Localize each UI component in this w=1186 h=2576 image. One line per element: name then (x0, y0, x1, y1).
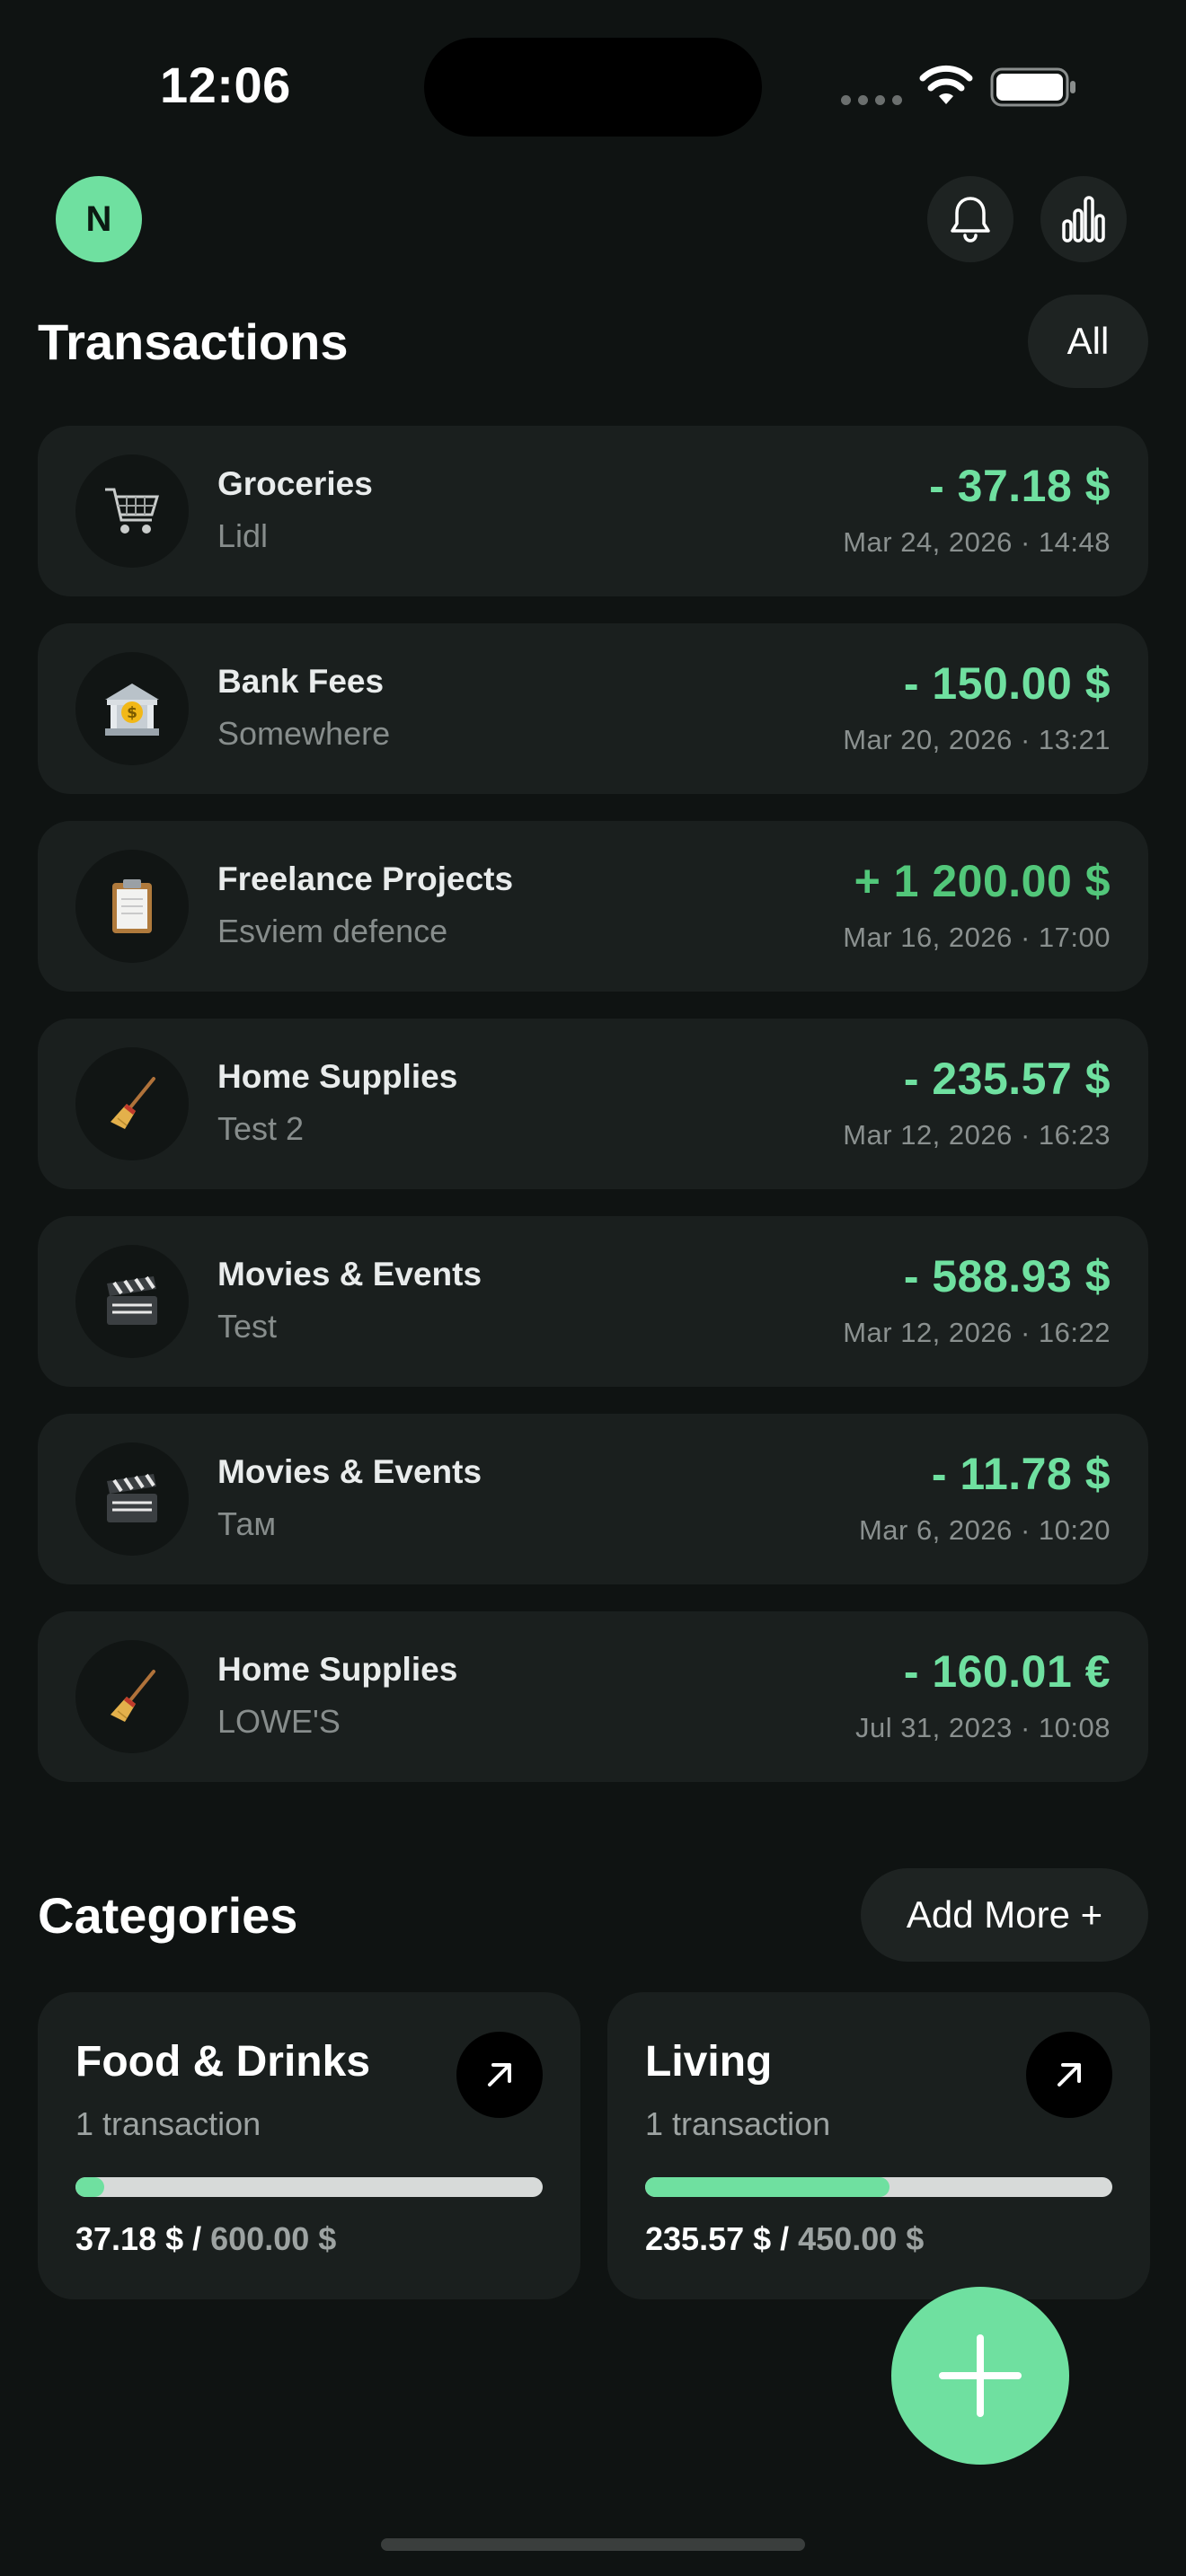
open-category-button[interactable] (456, 2032, 543, 2118)
statistics-button[interactable] (1040, 176, 1127, 262)
category-amounts: 235.57 $ / 450.00 $ (645, 2220, 924, 2258)
transaction-amount: - 11.78 $ (931, 1449, 1111, 1499)
category-card-living[interactable]: Living 1 transaction 235.57 $ / 450.00 $ (607, 1992, 1150, 2299)
add-category-button[interactable]: Add More + (861, 1868, 1148, 1962)
transaction-card[interactable]: $ Bank Fees Somewhere - 150.00 $ Mar 20,… (38, 623, 1148, 794)
status-time: 12:06 (160, 57, 291, 113)
cellular-signal-icon (841, 95, 902, 105)
transaction-card[interactable]: Movies & Events Там - 11.78 $ Mar 6, 202… (38, 1414, 1148, 1584)
notifications-button[interactable] (927, 176, 1013, 262)
transaction-amount: - 588.93 $ (903, 1251, 1111, 1301)
transaction-amount: + 1 200.00 $ (854, 856, 1111, 906)
arrow-up-right-icon (488, 2063, 511, 2086)
shopping-cart-icon (75, 454, 189, 568)
transaction-category: Groceries (217, 465, 373, 502)
category-card-food-drinks[interactable]: Food & Drinks 1 transaction 37.18 $ / 60… (38, 1992, 580, 2299)
transaction-card[interactable]: Movies & Events Test - 588.93 $ Mar 12, … (38, 1216, 1148, 1387)
transaction-category: Freelance Projects (217, 860, 514, 897)
transaction-merchant: Там (217, 1505, 277, 1542)
amount-separator: / (771, 2220, 799, 2257)
category-budget: 450.00 $ (798, 2220, 925, 2257)
transaction-amount: - 160.01 € (903, 1646, 1111, 1697)
category-amounts: 37.18 $ / 600.00 $ (75, 2220, 336, 2258)
transaction-list: Groceries Lidl - 37.18 $ Mar 24, 2026 · … (38, 426, 1148, 1809)
transaction-date: Mar 12, 2026 · 16:23 (843, 1119, 1111, 1151)
amount-separator: / (183, 2220, 211, 2257)
transaction-category: Home Supplies (217, 1058, 458, 1095)
open-category-button[interactable] (1026, 2032, 1112, 2118)
transaction-card[interactable]: Home Supplies LOWE'S - 160.01 € Jul 31, … (38, 1611, 1148, 1782)
clapper-board-icon (75, 1245, 189, 1358)
transaction-merchant: Esviem defence (217, 913, 448, 949)
transaction-category: Movies & Events (217, 1256, 482, 1292)
budget-progress-bar (75, 2177, 543, 2197)
dynamic-island (424, 38, 762, 137)
broom-icon (75, 1640, 189, 1753)
add-transaction-button[interactable] (891, 2287, 1069, 2465)
transaction-amount: - 37.18 $ (929, 461, 1111, 511)
category-spent: 37.18 $ (75, 2220, 184, 2257)
category-spent: 235.57 $ (645, 2220, 772, 2257)
transaction-merchant: Test (217, 1308, 278, 1345)
clipboard-icon (75, 850, 189, 963)
home-indicator[interactable] (381, 2538, 805, 2551)
avatar[interactable]: N (56, 176, 142, 262)
budget-progress-fill (75, 2177, 105, 2197)
broom-icon (75, 1047, 189, 1160)
transaction-amount: - 150.00 $ (903, 658, 1111, 709)
transaction-date: Mar 16, 2026 · 17:00 (843, 922, 1111, 953)
budget-progress-fill (645, 2177, 890, 2197)
category-budget: 600.00 $ (210, 2220, 337, 2257)
transaction-card[interactable]: Groceries Lidl - 37.18 $ Mar 24, 2026 · … (38, 426, 1148, 596)
transaction-date: Mar 24, 2026 · 14:48 (843, 526, 1111, 558)
transaction-merchant: Lidl (217, 517, 269, 554)
transaction-date: Mar 12, 2026 · 16:22 (843, 1317, 1111, 1348)
transaction-card[interactable]: Freelance Projects Esviem defence + 1 20… (38, 821, 1148, 992)
transaction-category: Movies & Events (217, 1453, 482, 1490)
svg-text:$: $ (127, 704, 137, 722)
transaction-card[interactable]: Home Supplies Test 2 - 235.57 $ Mar 12, … (38, 1019, 1148, 1189)
arrow-up-right-icon (1058, 2063, 1081, 2086)
transaction-amount: - 235.57 $ (903, 1054, 1111, 1104)
category-name: Living (645, 2038, 773, 2086)
transactions-title: Transactions (38, 313, 349, 370)
clapper-board-icon (75, 1442, 189, 1556)
battery-icon (990, 67, 1075, 107)
transaction-date: Mar 20, 2026 · 13:21 (843, 724, 1111, 755)
transaction-date: Jul 31, 2023 · 10:08 (854, 1712, 1111, 1743)
filter-all-button[interactable]: All (1028, 295, 1148, 388)
budget-progress-bar (645, 2177, 1112, 2197)
bank-icon: $ (75, 652, 189, 765)
category-transaction-count: 1 transaction (75, 2105, 261, 2142)
transaction-merchant: Test 2 (217, 1110, 305, 1147)
transaction-category: Bank Fees (217, 663, 385, 700)
plus-icon (939, 2334, 1022, 2417)
bar-chart-icon (1062, 196, 1105, 243)
category-name: Food & Drinks (75, 2038, 371, 2086)
transaction-merchant: Somewhere (217, 715, 391, 752)
bell-icon (951, 197, 990, 243)
wifi-icon (919, 65, 973, 104)
category-transaction-count: 1 transaction (645, 2105, 831, 2142)
transaction-category: Home Supplies (217, 1651, 458, 1688)
transaction-merchant: LOWE'S (217, 1703, 341, 1740)
categories-title: Categories (38, 1887, 298, 1944)
transaction-date: Mar 6, 2026 · 10:20 (858, 1514, 1111, 1546)
